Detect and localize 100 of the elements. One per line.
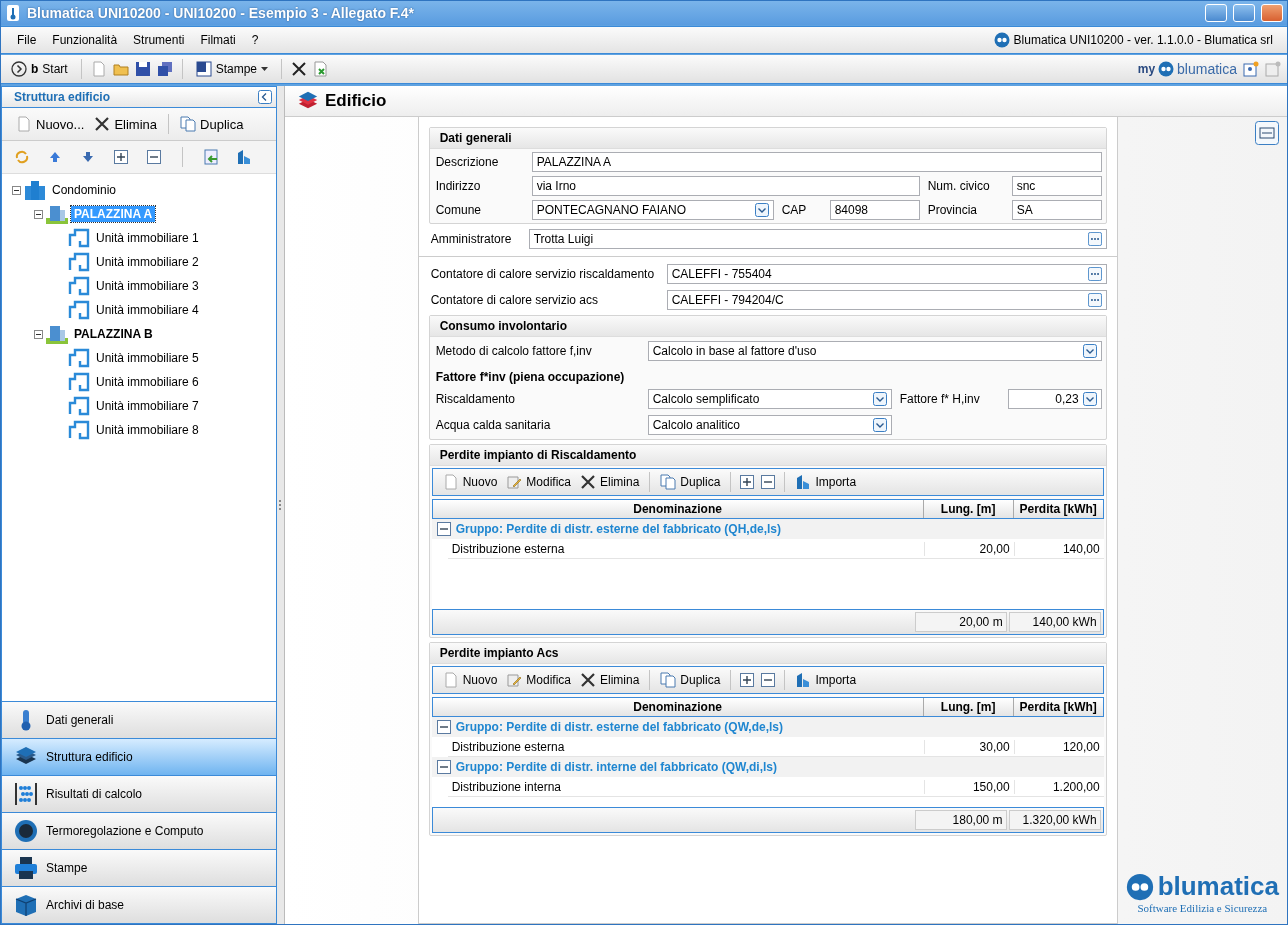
tree-item[interactable]: Unità immobiliare 7: [93, 398, 202, 414]
toolbar-button[interactable]: Duplica: [658, 473, 723, 491]
nav-button[interactable]: Archivi di base: [2, 886, 276, 923]
nav-button[interactable]: Stampe: [2, 849, 276, 886]
menu-item[interactable]: Funzionalità: [44, 33, 126, 47]
tree-item[interactable]: Unità immobiliare 2: [93, 254, 202, 270]
splitter-handle[interactable]: [277, 86, 285, 924]
menu-item[interactable]: Strumenti: [125, 33, 193, 47]
close-button[interactable]: [1261, 4, 1283, 22]
cross-icon: [580, 474, 596, 490]
nav-button[interactable]: Struttura edificio: [2, 738, 276, 775]
combo-box[interactable]: Calcolo in base al fattore d'uso: [647, 341, 1102, 361]
group-title: Gruppo: Perdite di distr. esterne del fabbricato (QH,de,ls): [455, 522, 781, 536]
ellipsis-button[interactable]: [1087, 232, 1102, 246]
text-field[interactable]: via Irno: [531, 176, 920, 196]
nav-button[interactable]: Risultati di calcolo: [2, 775, 276, 812]
tree-item[interactable]: Unità immobiliare 8: [93, 422, 202, 438]
brand-logo[interactable]: my blumatica: [1137, 61, 1237, 77]
text-field[interactable]: snc: [1011, 176, 1102, 196]
toolbar-button[interactable]: Elimina: [92, 114, 160, 134]
section-title: Perdite impianto di Riscaldamento: [429, 445, 1106, 466]
box-icon: [14, 893, 38, 917]
document-icon: [442, 474, 459, 490]
collapse-toggle-icon[interactable]: [34, 329, 43, 339]
maximize-button[interactable]: [1233, 4, 1255, 22]
text-field[interactable]: SA: [1011, 200, 1102, 220]
arrow-circle-icon: [11, 61, 27, 77]
collapse-panel-button[interactable]: [258, 90, 272, 104]
section-title: Consumo involontario: [429, 316, 1106, 337]
toolbar-button[interactable]: Elimina: [578, 671, 642, 689]
floor-plan-icon: [68, 300, 90, 320]
spreadsheet-icon[interactable]: [313, 61, 330, 77]
combo-box[interactable]: PONTECAGNANO FAIANO: [531, 200, 774, 220]
toolbar-button[interactable]: Nuovo: [440, 671, 500, 689]
lookup-field[interactable]: CALEFFI - 755404: [666, 264, 1107, 284]
tree-item[interactable]: PALAZZINA B: [71, 326, 156, 342]
column-header[interactable]: Denominazione: [432, 500, 923, 518]
ellipsis-button[interactable]: [1087, 267, 1102, 281]
expand-icon[interactable]: [739, 474, 756, 490]
menu-item[interactable]: ?: [243, 33, 267, 47]
text-field[interactable]: PALAZZINA A: [531, 152, 1102, 172]
fit-width-button[interactable]: [1255, 121, 1279, 145]
combo-box[interactable]: Calcolo analitico: [647, 415, 892, 435]
expand-icon[interactable]: [739, 672, 756, 688]
tree-item[interactable]: Unità immobiliare 4: [93, 302, 202, 318]
collapse-icon[interactable]: [146, 149, 162, 165]
collapse-icon[interactable]: [435, 719, 452, 735]
tools-icon[interactable]: [291, 61, 308, 77]
toolbar-button[interactable]: Modifica: [504, 473, 573, 491]
column-header[interactable]: Lung. [m]: [922, 500, 1013, 518]
ellipsis-button[interactable]: [1087, 293, 1102, 307]
minimize-button[interactable]: [1205, 4, 1227, 22]
combo-box[interactable]: Calcolo semplificato: [647, 389, 892, 409]
toolbar-button[interactable]: Importa: [793, 671, 859, 689]
collapse-toggle-icon[interactable]: [12, 185, 21, 195]
expand-icon[interactable]: [113, 149, 129, 165]
floor-plan-icon: [68, 396, 90, 416]
import-icon: [795, 672, 812, 688]
save-all-icon[interactable]: [156, 61, 173, 77]
tree-item[interactable]: Unità immobiliare 5: [93, 350, 202, 366]
collapse-icon[interactable]: [435, 521, 452, 537]
toolbar-button[interactable]: Elimina: [578, 473, 642, 491]
print-menu-button[interactable]: Stampe: [191, 59, 273, 79]
collapse-toggle-icon[interactable]: [34, 209, 43, 219]
tree-item[interactable]: Unità immobiliare 3: [93, 278, 202, 294]
column-header[interactable]: Lung. [m]: [922, 698, 1013, 716]
tree-item[interactable]: Unità immobiliare 6: [93, 374, 202, 390]
tree-item[interactable]: Condominio: [49, 182, 120, 198]
nav-button[interactable]: Termoregolazione e Computo: [2, 812, 276, 849]
table-cell: 1.200,00: [1013, 779, 1104, 794]
text-field[interactable]: 84098: [829, 200, 920, 220]
copy-icon: [660, 672, 677, 688]
copy-icon: [660, 474, 677, 490]
document-icon: [16, 116, 32, 132]
folder-icon[interactable]: [112, 61, 129, 77]
user-card-icon[interactable]: [1243, 61, 1259, 77]
toolbar-button[interactable]: Nuovo...: [14, 114, 87, 134]
floor-plan-icon: [68, 228, 90, 248]
table-cell: 20,00: [923, 541, 1014, 556]
toolbar-button[interactable]: Modifica: [504, 671, 573, 689]
tree-item[interactable]: Unità immobiliare 1: [93, 230, 202, 246]
column-header[interactable]: Denominazione: [432, 698, 923, 716]
toolbar-button[interactable]: Importa: [793, 473, 859, 491]
collapse-icon[interactable]: [760, 672, 777, 688]
toolbar-button[interactable]: Duplica: [178, 114, 246, 134]
total-cell: 1.320,00 kWh: [1008, 810, 1101, 830]
nav-button[interactable]: Dati generali: [2, 701, 276, 738]
menu-item[interactable]: Filmati: [192, 33, 244, 47]
field-label: Provincia: [926, 203, 978, 217]
column-header[interactable]: Perdita [kWh]: [1012, 698, 1103, 716]
save-icon[interactable]: [134, 61, 151, 77]
collapse-icon[interactable]: [435, 759, 452, 775]
collapse-icon[interactable]: [760, 474, 777, 490]
column-header[interactable]: Perdita [kWh]: [1012, 500, 1103, 518]
toolbar-button[interactable]: Nuovo: [440, 473, 500, 491]
combo-box[interactable]: 0,23: [1007, 389, 1102, 409]
toolbar-button[interactable]: Duplica: [658, 671, 723, 689]
menu-item[interactable]: File: [9, 33, 45, 47]
lookup-field[interactable]: Trotta Luigi: [528, 229, 1107, 249]
lookup-field[interactable]: CALEFFI - 794204/C: [666, 290, 1107, 310]
